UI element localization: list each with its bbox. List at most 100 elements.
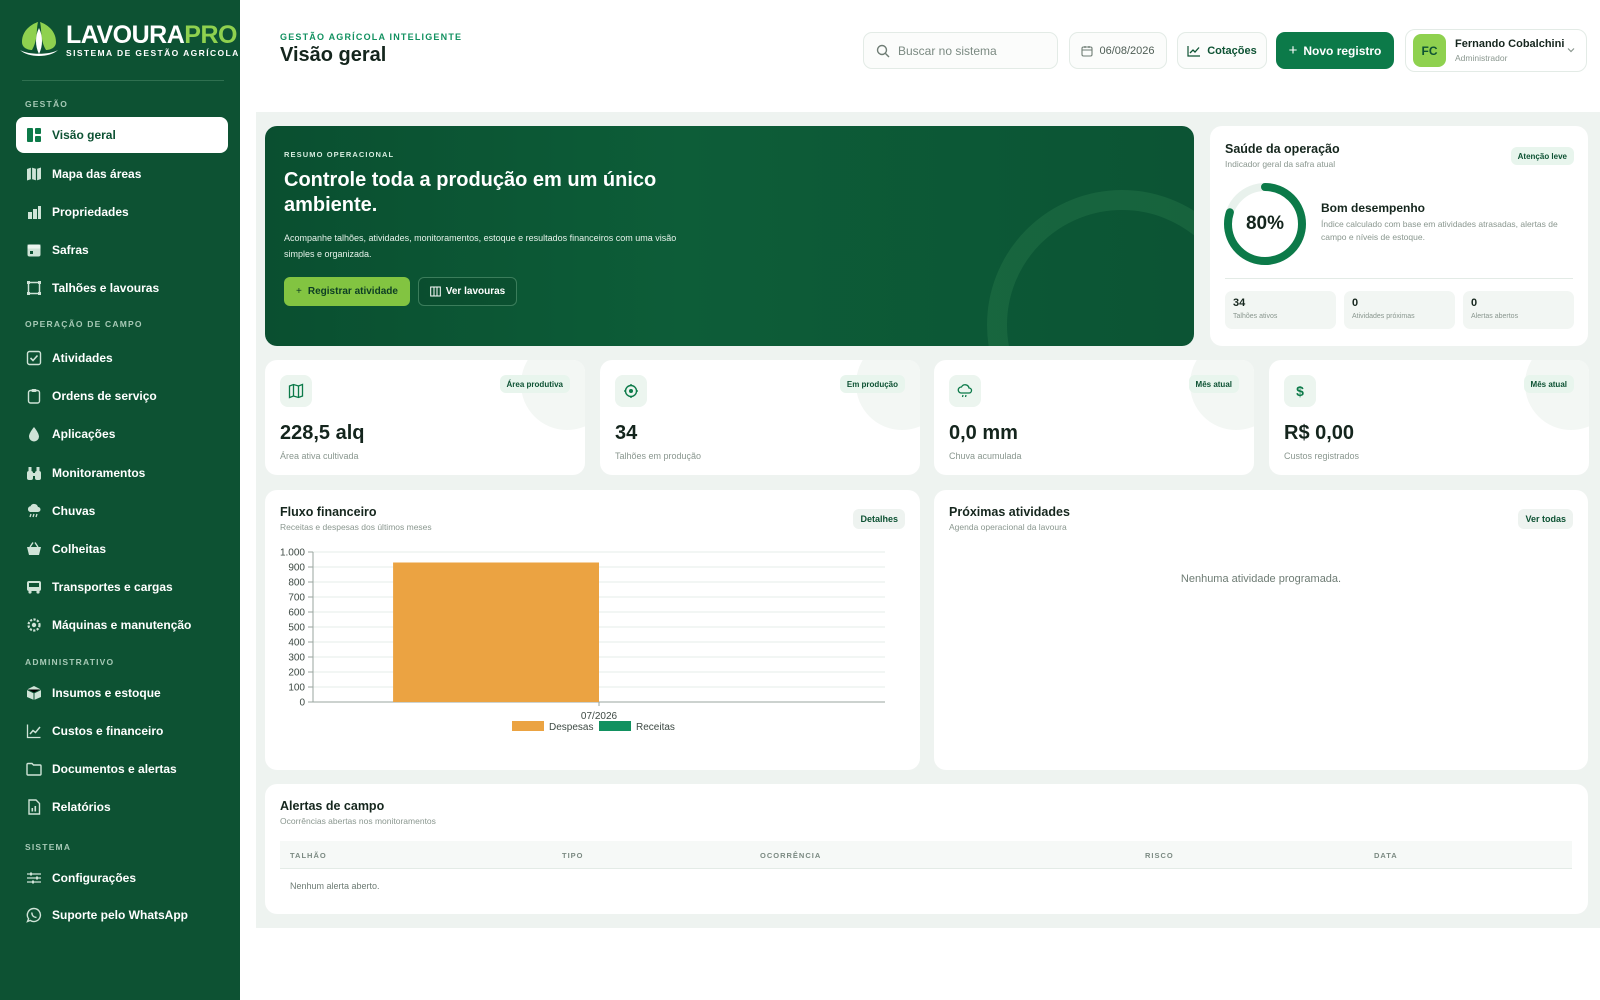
- map-icon: [429, 286, 441, 297]
- hero-title: Controle toda a produção em um único amb…: [284, 169, 657, 216]
- sidebar-item-label: Mapa das áreas: [52, 167, 142, 181]
- sidebar-item-custos[interactable]: Custos e financeiro: [16, 713, 228, 749]
- report-icon: [28, 799, 41, 815]
- sidebar-item-maquinas[interactable]: Máquinas e manutenção: [16, 607, 228, 643]
- sidebar-item-visao-geral[interactable]: Visão geral: [16, 117, 228, 153]
- sidebar-item-label: Monitoramentos: [52, 466, 146, 480]
- sidebar-item-aplicacoes[interactable]: Aplicações: [16, 416, 228, 452]
- user-menu[interactable]: FC Fernando Cobalchini Administrador: [1405, 29, 1587, 72]
- chevron-down-icon: [1567, 48, 1575, 53]
- nav-section-operacao: OPERAÇÃO DE CAMPO: [25, 319, 143, 329]
- brand-name-accent: PRO: [184, 20, 237, 49]
- quotes-button[interactable]: Cotações: [1177, 32, 1267, 69]
- folder-icon: [26, 762, 42, 776]
- search-input[interactable]: [898, 43, 1048, 58]
- stat-label: Custos registrados: [1284, 451, 1360, 461]
- nav-section-gestao: GESTÃO: [25, 99, 69, 109]
- sidebar-item-label: Aplicações: [52, 427, 116, 441]
- stat-badge: Em produção: [839, 375, 905, 393]
- sidebar-item-propriedades[interactable]: Propriedades: [16, 194, 228, 230]
- sidebar-item-documentos[interactable]: Documentos e alertas: [16, 751, 228, 787]
- y-tick-label: 0: [299, 698, 305, 709]
- brand-logo[interactable]: LAVOURAPRO SISTEMA DE GESTÃO AGRÍCOLA: [18, 20, 240, 60]
- basket-icon: [27, 542, 41, 555]
- map-icon: [27, 167, 41, 181]
- sidebar-item-configuracoes[interactable]: Configurações: [16, 860, 228, 896]
- card-title: Saúde da operação: [1225, 142, 1340, 156]
- leaf-logo-icon: [18, 20, 60, 60]
- sidebar-item-safras[interactable]: Safras: [16, 232, 228, 268]
- bar-despesas: [393, 562, 599, 702]
- box-icon: [26, 686, 42, 700]
- y-tick-label: 1.000: [280, 548, 305, 559]
- stat-label: Chuva acumulada: [949, 451, 1022, 461]
- plus-icon: +: [1288, 42, 1298, 59]
- sidebar-item-label: Suporte pelo WhatsApp: [52, 908, 188, 922]
- sidebar-item-whatsapp[interactable]: Suporte pelo WhatsApp: [16, 897, 228, 933]
- sidebar-item-label: Custos e financeiro: [52, 724, 164, 738]
- view-crops-button[interactable]: Ver lavouras: [418, 277, 517, 306]
- column-header: RISCO: [1145, 851, 1174, 860]
- sidebar-item-monitoramentos[interactable]: Monitoramentos: [16, 455, 228, 491]
- sliders-icon: [27, 872, 41, 884]
- sidebar-item-ordens-servico[interactable]: Ordens de serviço: [16, 378, 228, 414]
- column-header: TALHÃO: [290, 851, 327, 860]
- sidebar-item-chuvas[interactable]: Chuvas: [16, 493, 228, 529]
- view-crops-label: Ver lavouras: [445, 286, 506, 297]
- divider: [22, 80, 224, 81]
- stat-label: Talhões em produção: [615, 451, 702, 461]
- column-header: TIPO: [562, 851, 584, 860]
- sidebar-item-label: Colheitas: [52, 542, 107, 556]
- sidebar-item-atividades[interactable]: Atividades: [16, 340, 228, 376]
- chart-line-icon: [1187, 45, 1201, 57]
- calendar-icon: [1081, 45, 1094, 57]
- stat-badge: Mês atual: [1523, 375, 1574, 393]
- sidebar-item-transportes[interactable]: Transportes e cargas: [16, 569, 228, 605]
- legend-label: Despesas: [549, 722, 593, 733]
- metric-label: Talhões ativos: [1233, 313, 1278, 320]
- stat-card-area: Área produtiva 228,5 alq Área ativa cult…: [265, 360, 585, 475]
- register-activity-button[interactable]: + Registrar atividade: [284, 277, 410, 306]
- map-icon: [280, 375, 312, 407]
- table-header: TALHÃO TIPO OCORRÊNCIA RISCO DATA: [280, 841, 1572, 869]
- sidebar-item-mapa-areas[interactable]: Mapa das áreas: [16, 156, 228, 192]
- dollar-icon: $: [1284, 375, 1316, 407]
- empty-state: Nenhuma atividade programada.: [1180, 573, 1342, 585]
- attention-badge: Atenção leve: [1510, 147, 1574, 165]
- sidebar: LAVOURAPRO SISTEMA DE GESTÃO AGRÍCOLA GE…: [0, 0, 240, 1000]
- divider: [1225, 278, 1573, 279]
- performance-status: Bom desempenho: [1321, 201, 1426, 215]
- card-title: Próximas atividades: [949, 505, 1070, 519]
- view-all-button[interactable]: Ver todas: [1518, 509, 1573, 529]
- date-picker-button[interactable]: 06/08/2026: [1069, 32, 1167, 69]
- sidebar-item-talhoes[interactable]: Talhões e lavouras: [16, 270, 228, 306]
- legend-swatch: [599, 721, 631, 731]
- metric-value: 34: [1233, 297, 1246, 309]
- register-activity-label: Registrar atividade: [307, 286, 398, 297]
- sidebar-item-label: Chuvas: [52, 504, 96, 518]
- y-tick-label: 400: [288, 638, 305, 649]
- harvest-calendar-icon: [27, 244, 41, 257]
- card-subtitle: Agenda operacional da lavoura: [949, 522, 1067, 532]
- decorative-circle: [521, 360, 585, 430]
- page-title: Visão geral: [280, 44, 387, 66]
- legend-label: Receitas: [636, 722, 675, 733]
- sidebar-item-label: Relatórios: [52, 800, 111, 814]
- sidebar-item-insumos[interactable]: Insumos e estoque: [16, 675, 228, 711]
- sidebar-item-label: Safras: [52, 243, 89, 257]
- y-tick-label: 800: [288, 578, 305, 589]
- trend-icon: [26, 724, 41, 739]
- new-record-label: Novo registro: [1303, 43, 1382, 58]
- binoculars-icon: [27, 467, 41, 480]
- sidebar-item-label: Transportes e cargas: [52, 580, 173, 594]
- sidebar-item-relatorios[interactable]: Relatórios: [16, 789, 228, 825]
- x-tick-label: 07/2026: [581, 711, 618, 722]
- search-box[interactable]: [863, 32, 1058, 69]
- sidebar-item-label: Propriedades: [52, 205, 129, 219]
- stat-badge: Área produtiva: [499, 375, 570, 393]
- sidebar-item-colheitas[interactable]: Colheitas: [16, 531, 228, 567]
- droplet-icon: [29, 427, 39, 442]
- sidebar-item-label: Atividades: [52, 351, 113, 365]
- new-record-button[interactable]: + Novo registro: [1276, 32, 1394, 69]
- hero-description: Acompanhe talhões, atividades, monitoram…: [284, 233, 677, 259]
